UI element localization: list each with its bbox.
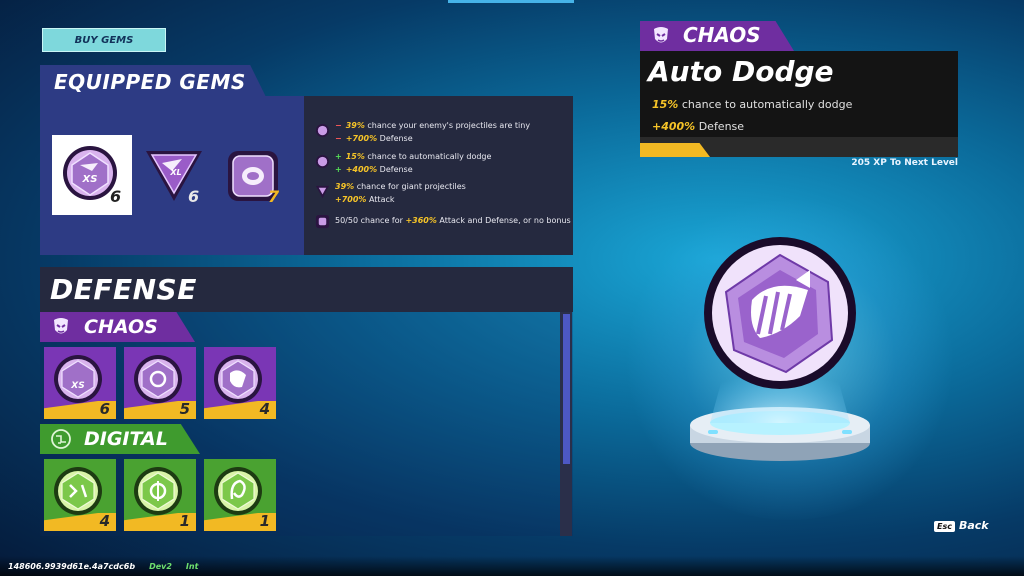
slot-1-count: 6 (110, 187, 122, 206)
gem-card[interactable]: 4 (44, 459, 116, 531)
slot-2-badge: XL (169, 168, 181, 177)
digital-circuit-icon (51, 429, 71, 449)
gem-count: 1 (259, 512, 270, 530)
category-chaos: CHAOS (40, 312, 195, 342)
effect-row-1: −39% chance your enemy's projectiles are… (315, 121, 570, 149)
detail-title: Auto Dodge (648, 55, 834, 88)
svg-text:XS: XS (70, 381, 84, 391)
gem-card[interactable]: XS 6 (44, 347, 116, 419)
gem-count: 5 (179, 400, 190, 418)
esc-key-icon: Esc (934, 520, 955, 532)
gem-card[interactable]: 1 (204, 459, 276, 531)
gem-count: 4 (99, 512, 110, 530)
buy-gems-button[interactable]: BUY GEMS (42, 28, 166, 52)
back-button[interactable]: Esc Back (934, 519, 989, 532)
gem-card[interactable]: 4 (204, 347, 276, 419)
chaos-gem-small-icon (315, 123, 330, 138)
square-gem-small-icon (315, 214, 330, 229)
effect-row-2: +15% chance to automatically dodge + +400… (315, 152, 570, 180)
effect-row-4: 50/50 chance for +360% Attack and Defens… (315, 214, 571, 230)
slot-2-count: 6 (188, 187, 200, 206)
gem-count: 6 (99, 400, 110, 418)
scrollbar-thumb[interactable] (563, 314, 570, 464)
equipped-gems-title: EQUIPPED GEMS (54, 70, 246, 94)
category-chaos-label: CHAOS (84, 316, 158, 338)
auto-dodge-gem-icon (704, 237, 856, 389)
back-label: Back (958, 519, 989, 532)
detail-category-tab: CHAOS (640, 21, 794, 51)
equipped-slot-3[interactable]: 7 (222, 145, 302, 225)
defense-header: DEFENSE (40, 267, 573, 312)
equipped-slot-1[interactable]: XS 6 (52, 135, 132, 215)
slot-1-badge: XS (82, 174, 98, 185)
detail-effect-2: +400% Defense (652, 120, 745, 133)
chaos-mask-icon (54, 318, 68, 334)
equipped-gems-header: EQUIPPED GEMS (40, 65, 266, 97)
chaos-mask-icon (654, 27, 668, 43)
detail-category-label: CHAOS (683, 23, 761, 47)
gem-showcase (690, 237, 870, 461)
effect-row-3: 39% chance for giant projectiles +700% A… (315, 182, 570, 210)
defense-title: DEFENSE (50, 273, 197, 306)
gem-count: 4 (259, 400, 270, 418)
triangle-gem-small-icon (315, 185, 330, 199)
chaos-gem-small-icon (315, 154, 330, 169)
gem-count: 1 (179, 512, 190, 530)
gem-card[interactable]: 5 (124, 347, 196, 419)
equipped-slot-2[interactable]: XL 6 (142, 145, 222, 225)
xp-to-next-level: 205 XP To Next Level (851, 158, 958, 168)
category-digital: DIGITAL (40, 424, 200, 454)
gem-card[interactable]: 1 (124, 459, 196, 531)
build-info: 148606.9939d61e.4a7cdc6b Dev2 Int (8, 562, 199, 571)
category-digital-label: DIGITAL (84, 428, 168, 450)
slot-3-count: 7 (268, 187, 280, 206)
detail-effect-1: 15% chance to automatically dodge (652, 98, 853, 111)
top-indicator (448, 0, 574, 3)
